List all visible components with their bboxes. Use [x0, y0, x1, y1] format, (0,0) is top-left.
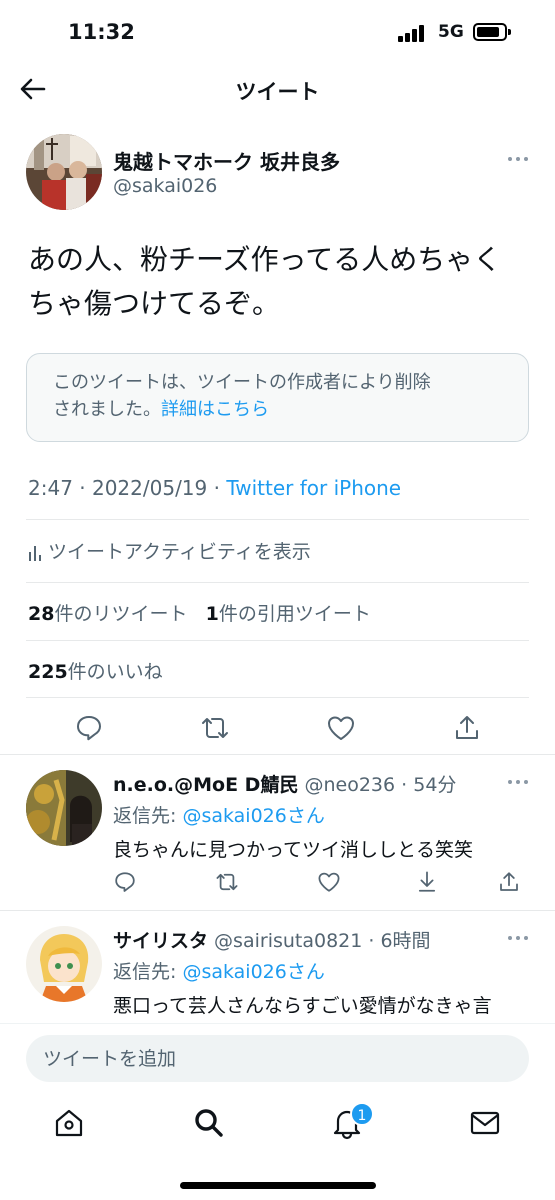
tweet-source-link[interactable]: Twitter for iPhone	[226, 476, 401, 500]
tweet-text: あの人、粉チーズ作ってる人めちゃく ちゃ傷つけてるぞ。	[28, 238, 533, 326]
reply-author[interactable]: n.e.o.@MoE D鯖民 @neo236 · 54分	[113, 770, 456, 797]
retweet-count: 28	[28, 603, 55, 625]
activity-label: ツイートアクティビティを表示	[48, 541, 311, 563]
reply-avatar[interactable]	[26, 926, 102, 1002]
retweet-button[interactable]	[200, 713, 230, 743]
like-label: 件のいいね	[67, 661, 163, 683]
like-count: 225	[28, 661, 68, 683]
divider	[26, 697, 529, 698]
retweet-stats[interactable]: 28件のリツイート 1件の引用ツイート	[28, 599, 371, 626]
author-avatar[interactable]	[26, 134, 102, 210]
deleted-quote-notice: このツイートは、ツイートの作成者により削除 されました。詳細はこちら	[26, 353, 529, 442]
tweet-timestamp[interactable]: 2:47 · 2022/05/19 ·	[28, 476, 226, 500]
status-time: 11:32	[68, 20, 135, 44]
more-options-icon[interactable]	[508, 155, 530, 163]
like-stats[interactable]: 225件のいいね	[28, 657, 163, 684]
reply-button[interactable]	[74, 713, 104, 743]
heart-icon	[318, 872, 340, 892]
divider	[26, 519, 529, 520]
home-icon	[55, 1109, 83, 1137]
tweet-text-line: ちゃ傷つけてるぞ。	[28, 287, 281, 320]
reply-text: 良ちゃんに見つかってツイ消ししとる笑笑	[113, 839, 474, 861]
reply-handle-time: @sairisuta0821 · 6時間	[208, 930, 431, 952]
divider	[26, 582, 529, 583]
like-button[interactable]	[326, 713, 356, 743]
reply-author[interactable]: サイリスタ @sairisuta0821 · 6時間	[113, 926, 431, 953]
more-options-icon[interactable]	[508, 934, 530, 942]
share-icon	[456, 716, 478, 739]
reply-avatar[interactable]	[26, 770, 102, 846]
retweet-icon	[216, 873, 238, 891]
reply-to-link[interactable]: @sakai026さん	[182, 805, 324, 827]
share-button[interactable]	[452, 713, 482, 743]
notice-text: されました。	[53, 399, 161, 420]
learn-more-link[interactable]: 詳細はこちら	[161, 399, 269, 420]
divider	[26, 640, 529, 641]
tab-messages[interactable]	[468, 1106, 502, 1140]
tweet-actions	[0, 713, 555, 753]
status-bar: 11:32 5G	[0, 0, 555, 66]
reply-to-label: 返信先:	[113, 961, 183, 983]
tweet-meta: 2:47 · 2022/05/19 · Twitter for iPhone	[28, 476, 401, 500]
like-button[interactable]	[317, 870, 341, 894]
reply-icon	[77, 716, 101, 741]
quote-count: 1	[205, 603, 219, 625]
download-button[interactable]	[415, 870, 439, 894]
share-button[interactable]	[497, 870, 521, 894]
tab-home[interactable]	[52, 1106, 86, 1140]
quote-label: 件の引用ツイート	[218, 603, 371, 625]
bar-chart-icon	[29, 546, 41, 561]
reply-author-name: サイリスタ	[113, 930, 209, 952]
author-handle[interactable]: @sakai026	[113, 175, 217, 197]
download-icon	[418, 871, 436, 892]
reply-button[interactable]	[113, 870, 137, 894]
heart-icon	[328, 716, 354, 740]
signal-icon	[398, 24, 428, 42]
notice-text: このツイートは、ツイートの作成者により削除	[53, 372, 431, 393]
reply-item: サイリスタ @sairisuta0821 · 6時間 返信先: @sakai02…	[0, 905, 555, 1023]
reply-text: 悪口って芸人さんならすごい愛情がなきゃ言	[113, 995, 492, 1017]
notification-badge: 1	[350, 1102, 374, 1126]
tweet-text-line: あの人、粉チーズ作ってる人めちゃく	[28, 243, 502, 276]
mail-icon	[470, 1111, 500, 1135]
retweet-button[interactable]	[215, 870, 239, 894]
page-title: ツイート	[235, 80, 320, 104]
more-options-icon[interactable]	[508, 778, 530, 786]
compose-bar	[0, 1023, 555, 1103]
reply-actions	[113, 870, 533, 896]
network-type: 5G	[438, 22, 464, 42]
reply-icon	[115, 872, 135, 892]
compose-reply-input[interactable]	[26, 1035, 529, 1082]
reply-author-name: n.e.o.@MoE D鯖民	[113, 774, 299, 796]
share-icon	[500, 872, 518, 891]
home-indicator	[180, 1182, 376, 1189]
battery-icon	[473, 23, 511, 41]
header: ツイート	[0, 66, 555, 114]
retweet-label: 件のリツイート	[54, 603, 188, 625]
reply-handle-time: @neo236 · 54分	[298, 774, 457, 796]
tweet-activity-link[interactable]: ツイートアクティビティを表示	[28, 537, 311, 564]
tab-search[interactable]	[192, 1106, 226, 1140]
retweet-icon	[202, 718, 228, 738]
reply-to-label: 返信先:	[113, 805, 183, 827]
divider	[0, 754, 555, 755]
reply-to: 返信先: @sakai026さん	[113, 957, 325, 984]
search-icon	[195, 1109, 223, 1137]
author-name[interactable]: 鬼越トマホーク 坂井良多	[113, 146, 340, 175]
reply-to-link[interactable]: @sakai026さん	[182, 961, 324, 983]
reply-to: 返信先: @sakai026さん	[113, 801, 325, 828]
